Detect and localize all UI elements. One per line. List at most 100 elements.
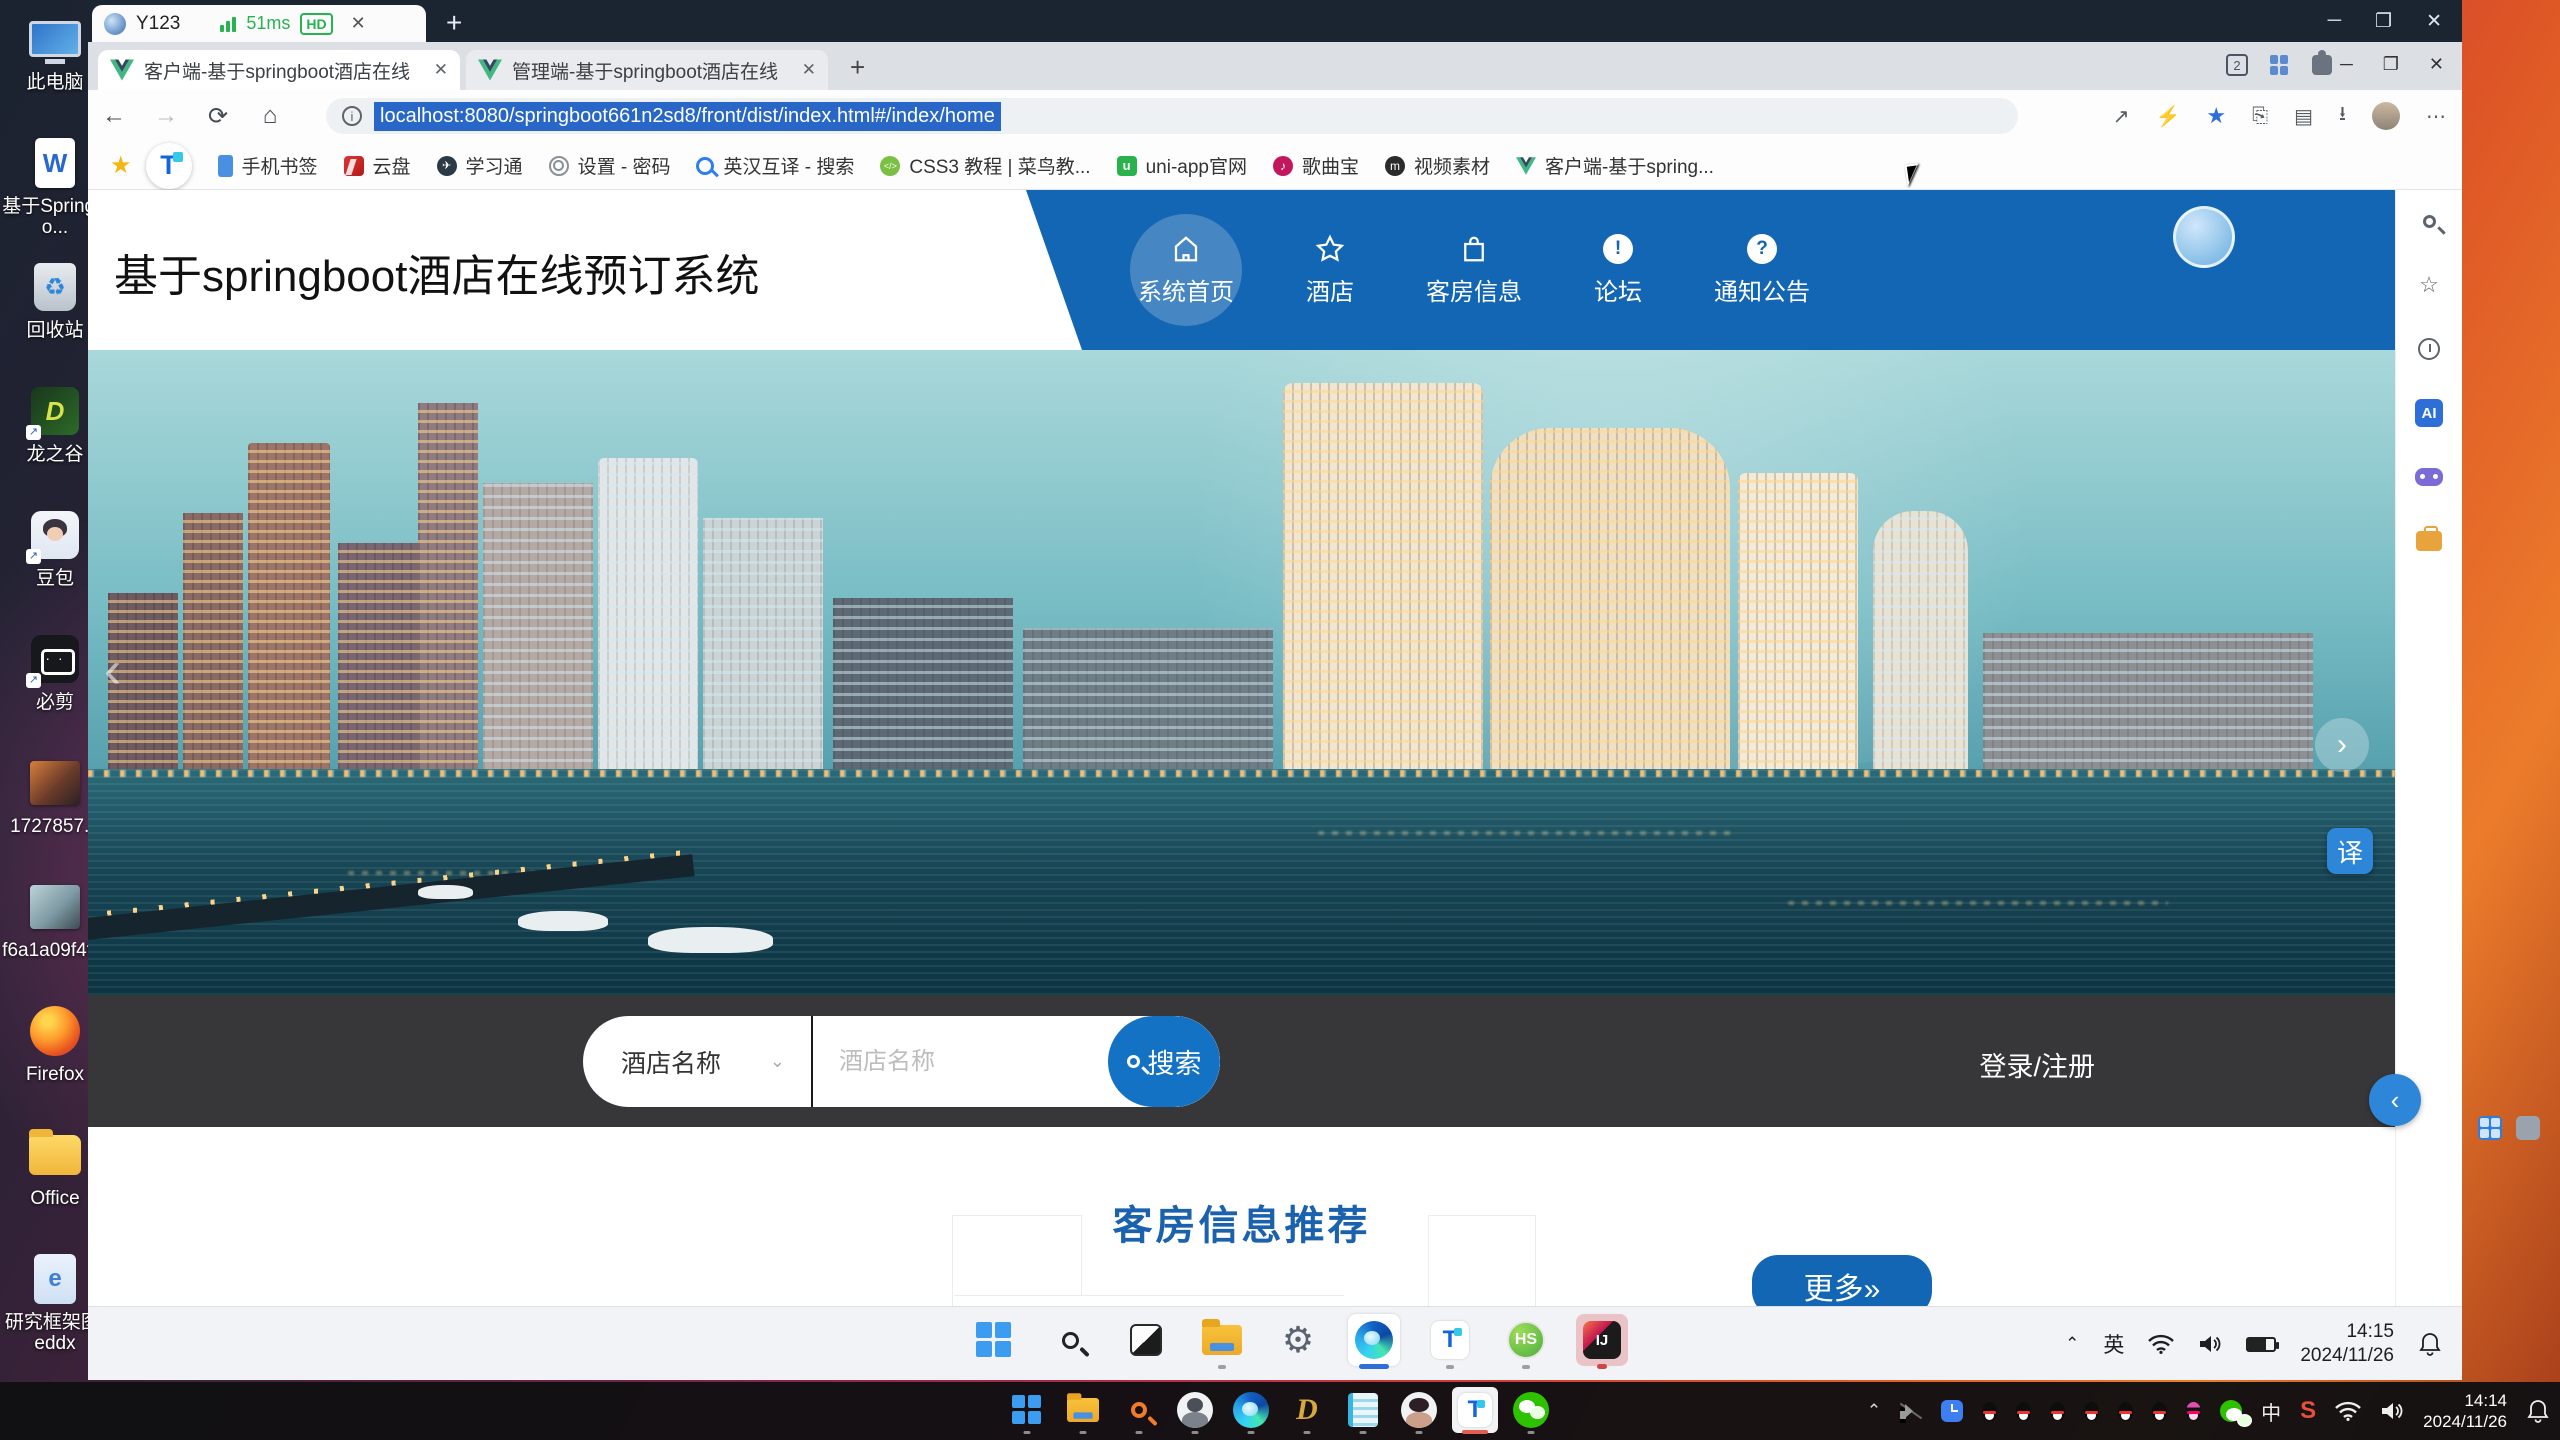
close-tab-icon[interactable]: ✕ xyxy=(434,60,448,80)
intellij-button[interactable]: IJ xyxy=(1576,1314,1628,1366)
qq-icon[interactable] xyxy=(2186,1402,2201,1421)
start-button[interactable] xyxy=(1004,1387,1050,1433)
bookmark-item[interactable]: ✈学习通 xyxy=(437,152,523,179)
home-icon[interactable]: ⌂ xyxy=(244,102,296,130)
edge-browser-button[interactable] xyxy=(1348,1314,1400,1366)
nav-item-rooms[interactable]: 客房信息 xyxy=(1416,220,1532,321)
more-menu-icon[interactable]: ⋯ xyxy=(2426,104,2446,129)
carousel-prev-icon[interactable]: ‹ xyxy=(104,640,121,700)
refresh-icon[interactable]: ⟳ xyxy=(192,102,244,131)
file-explorer-button[interactable] xyxy=(1196,1314,1248,1366)
t-app-button[interactable]: T xyxy=(1424,1314,1476,1366)
notification-bell-icon[interactable] xyxy=(2418,1331,2442,1357)
flash-icon[interactable]: ⚡ xyxy=(2155,104,2180,129)
wechat-tray-icon[interactable] xyxy=(2220,1400,2242,1422)
share-icon[interactable]: ↗ xyxy=(2113,104,2130,129)
bookmark-item[interactable]: 云盘 xyxy=(344,152,411,179)
search-category-select[interactable]: 酒店名称 ⌄ xyxy=(583,1016,811,1107)
hidden-icons-chevron[interactable]: ⌃ xyxy=(1867,1401,1881,1421)
address-bar[interactable]: i localhost:8080/springboot661n2sd8/fron… xyxy=(326,98,2018,134)
history-clock-icon[interactable] xyxy=(2414,334,2444,364)
hd-quality-badge[interactable]: HD xyxy=(300,13,332,35)
start-button[interactable] xyxy=(968,1314,1020,1366)
battery-icon[interactable] xyxy=(2246,1337,2276,1352)
bookmark-item[interactable]: ♪歌曲宝 xyxy=(1273,152,1359,179)
close-session-icon[interactable]: ✕ xyxy=(351,13,366,34)
widget-grid-icon[interactable] xyxy=(2478,1116,2502,1140)
bookmark-item[interactable]: 客户端-基于spring... xyxy=(1516,152,1714,179)
reading-list-icon[interactable]: ⎘ xyxy=(2252,105,2268,128)
hidden-icons-chevron[interactable]: ⌃ xyxy=(2065,1334,2079,1354)
favorites-star-icon[interactable]: ★ xyxy=(110,151,132,180)
qq-icon[interactable] xyxy=(2050,1402,2065,1421)
close-icon[interactable]: ✕ xyxy=(2429,54,2444,75)
nav-item-home[interactable]: 系统首页 xyxy=(1128,220,1244,321)
dragon-nest-button[interactable]: D xyxy=(1284,1387,1330,1433)
host-clock[interactable]: 14:14 2024/11/26 xyxy=(2423,1390,2507,1432)
bookmark-item[interactable]: m视频素材 xyxy=(1385,152,1490,179)
bookmark-item[interactable]: 手机书签 xyxy=(218,152,318,179)
edge-browser-button[interactable] xyxy=(1228,1387,1274,1433)
t-app-logo[interactable]: T xyxy=(146,143,192,189)
qq-icon[interactable] xyxy=(2152,1402,2167,1421)
browser-tab-admin[interactable]: 管理端-基于springboot酒店在线 ✕ xyxy=(466,50,828,90)
widget-gray-icon[interactable] xyxy=(2516,1116,2540,1140)
translate-button[interactable]: 译 xyxy=(2327,828,2373,874)
nav-item-hotel[interactable]: 酒店 xyxy=(1296,220,1364,321)
notepad-button[interactable] xyxy=(1340,1387,1386,1433)
nav-item-notice[interactable]: ? 通知公告 xyxy=(1704,220,1820,321)
nav-item-forum[interactable]: ! 论坛 xyxy=(1584,220,1652,321)
forward-icon[interactable]: → xyxy=(140,102,192,130)
sogou-icon[interactable]: S xyxy=(2300,1397,2316,1425)
qq-icon[interactable] xyxy=(2084,1402,2099,1421)
qq-icon[interactable] xyxy=(2016,1402,2031,1421)
close-icon[interactable]: ✕ xyxy=(2426,10,2442,33)
search-icon[interactable] xyxy=(2414,206,2444,236)
bookmark-item[interactable]: </>CSS3 教程 | 菜鸟教... xyxy=(880,152,1090,179)
url-text[interactable]: localhost:8080/springboot661n2sd8/front/… xyxy=(374,102,1001,131)
profile-avatar[interactable] xyxy=(2372,102,2400,130)
file-explorer-button[interactable] xyxy=(1060,1387,1106,1433)
muted-speaker-icon[interactable] xyxy=(1900,1402,1922,1420)
speaker-icon[interactable] xyxy=(2198,1334,2222,1354)
back-icon[interactable]: ← xyxy=(88,102,140,130)
qq-icon[interactable] xyxy=(2118,1402,2133,1421)
qq-icon[interactable] xyxy=(1982,1402,1997,1421)
wechat-button[interactable] xyxy=(1508,1387,1554,1433)
wifi-icon[interactable] xyxy=(2335,1401,2361,1421)
remote-session-tab[interactable]: Y123 51ms HD ✕ xyxy=(92,5,426,42)
ime-indicator[interactable]: 中 xyxy=(2261,1397,2281,1426)
games-icon[interactable] xyxy=(2414,462,2444,492)
avatar-app-button[interactable] xyxy=(1172,1387,1218,1433)
apps-grid-icon[interactable] xyxy=(2270,55,2290,75)
carousel-next-icon[interactable]: › xyxy=(2315,718,2369,772)
more-button[interactable]: 更多» xyxy=(1752,1255,1932,1306)
doubao-button[interactable] xyxy=(1396,1387,1442,1433)
sidebar-panel-icon[interactable]: ▤ xyxy=(2294,104,2313,129)
download-icon[interactable]: ⭳ xyxy=(2339,99,2346,133)
wifi-icon[interactable] xyxy=(2148,1334,2174,1354)
search-app-button[interactable] xyxy=(1116,1387,1162,1433)
search-button[interactable]: 搜索 xyxy=(1108,1016,1220,1107)
ai-assistant-icon[interactable]: AI xyxy=(2414,398,2444,428)
minimize-icon[interactable]: ─ xyxy=(2340,54,2353,75)
bookmark-star-icon[interactable]: ★ xyxy=(2206,103,2226,129)
bookmark-item[interactable]: 设置 - 密码 xyxy=(549,152,671,179)
new-tab-button[interactable]: + xyxy=(850,52,865,83)
toolbox-icon[interactable] xyxy=(2414,526,2444,556)
restore-icon[interactable]: ❐ xyxy=(2383,54,2399,75)
hs-app-button[interactable]: HS xyxy=(1500,1314,1552,1366)
t-app-button-active[interactable]: T xyxy=(1452,1387,1498,1433)
bookmark-item[interactable]: uuni-app官网 xyxy=(1117,152,1247,179)
speaker-icon[interactable] xyxy=(2380,1401,2404,1421)
new-session-button[interactable]: + xyxy=(446,6,462,40)
browser-tab-client[interactable]: 客户端-基于springboot酒店在线 ✕ xyxy=(98,50,460,90)
user-avatar[interactable] xyxy=(2173,206,2235,268)
tab-count-icon[interactable]: 2 xyxy=(2226,54,2248,76)
sync-clock-icon[interactable] xyxy=(1941,1400,1963,1422)
favorites-star-icon[interactable]: ☆ xyxy=(2414,270,2444,300)
extension-icon[interactable] xyxy=(2312,55,2332,75)
ime-indicator[interactable]: 英 xyxy=(2103,1329,2124,1359)
side-panel-toggle[interactable]: ‹ xyxy=(2369,1074,2421,1126)
login-register-link[interactable]: 登录/注册 xyxy=(1979,1045,2095,1084)
